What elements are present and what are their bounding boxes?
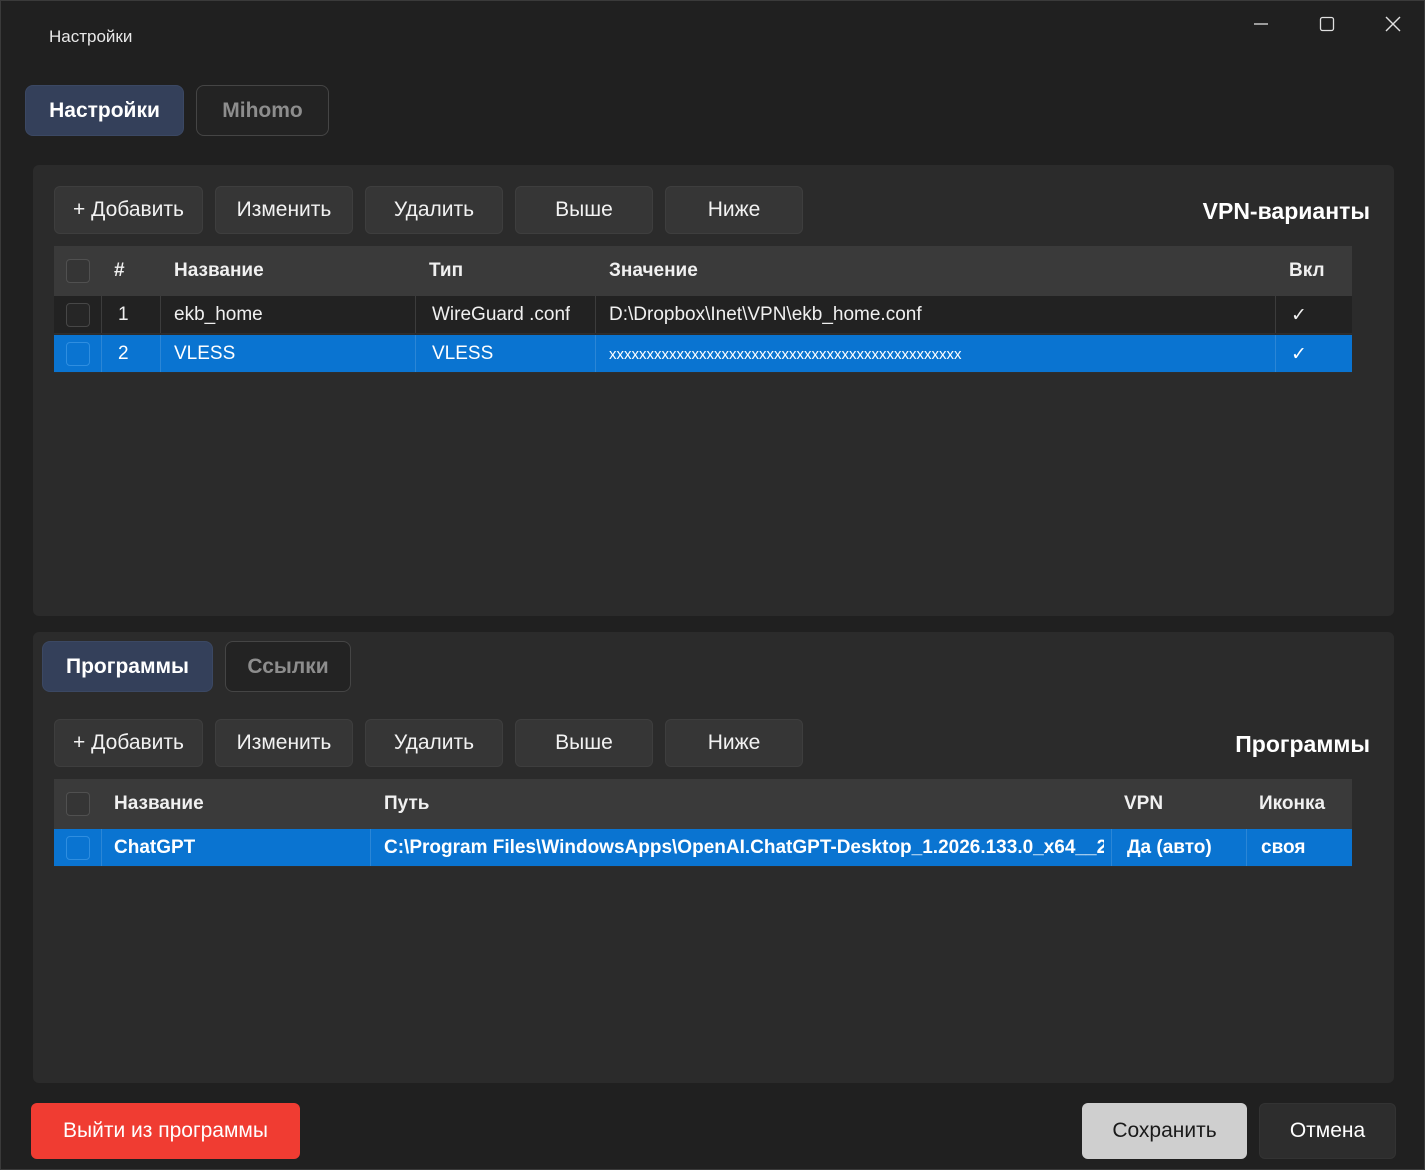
vpn-section-title: VPN-варианты <box>1202 198 1370 224</box>
vpn-table-header: # Название Тип Значение Вкл <box>54 246 1352 296</box>
exit-program-button[interactable]: Выйти из программы <box>31 1103 300 1159</box>
programs-panel: Программы Ссылки + Добавить Изменить Уда… <box>33 632 1394 1083</box>
vpn-row-checkbox[interactable] <box>66 342 90 366</box>
minimize-icon <box>1254 23 1268 25</box>
programs-delete-button[interactable]: Удалить <box>365 719 503 767</box>
close-icon <box>1385 16 1401 32</box>
settings-window: Настройки Настройки Mihomo + Добавить Из… <box>0 0 1425 1170</box>
programs-edit-button[interactable]: Изменить <box>215 719 353 767</box>
programs-move-down-button[interactable]: Ниже <box>665 719 803 767</box>
vpn-col-type[interactable]: Тип <box>429 246 463 296</box>
programs-col-name[interactable]: Название <box>114 779 204 829</box>
vpn-select-all-checkbox[interactable] <box>66 259 90 283</box>
save-button[interactable]: Сохранить <box>1082 1103 1247 1159</box>
programs-move-up-button[interactable]: Выше <box>515 719 653 767</box>
close-button[interactable] <box>1360 1 1425 47</box>
programs-row-name: ChatGPT <box>114 837 196 858</box>
programs-col-icon[interactable]: Иконка <box>1259 779 1325 829</box>
vpn-row-num: 2 <box>118 343 129 364</box>
vpn-col-enabled[interactable]: Вкл <box>1289 246 1325 296</box>
vpn-table: # Название Тип Значение Вкл 1 ekb_home W… <box>54 246 1352 376</box>
minimize-button[interactable] <box>1228 1 1294 47</box>
programs-table-header: Название Путь VPN Иконка <box>54 779 1352 829</box>
tab-mihomo[interactable]: Mihomo <box>196 85 329 136</box>
vpn-move-up-button[interactable]: Выше <box>515 186 653 234</box>
tab-settings[interactable]: Настройки <box>25 85 184 136</box>
vpn-col-value[interactable]: Значение <box>609 246 698 296</box>
cancel-button[interactable]: Отмена <box>1259 1103 1396 1159</box>
programs-row-checkbox[interactable] <box>66 836 90 860</box>
vpn-row-type: VLESS <box>432 343 494 364</box>
programs-add-button[interactable]: + Добавить <box>54 719 203 767</box>
vpn-edit-button[interactable]: Изменить <box>215 186 353 234</box>
programs-section-title: Программы <box>1235 731 1370 757</box>
vpn-col-num[interactable]: # <box>114 246 125 296</box>
vpn-row-name: ekb_home <box>174 304 263 325</box>
vpn-row-enabled-check[interactable]: ✓ <box>1291 335 1307 373</box>
programs-row-vpn: Да (авто) <box>1127 837 1212 858</box>
vpn-add-button[interactable]: + Добавить <box>54 186 203 234</box>
vpn-row-enabled-check[interactable]: ✓ <box>1291 296 1307 334</box>
vpn-row-name: VLESS <box>174 343 236 364</box>
vpn-row-value: D:\Dropbox\Inet\VPN\ekb_home.conf <box>609 304 922 325</box>
maximize-button[interactable] <box>1294 1 1360 47</box>
vpn-table-row[interactable]: 1 ekb_home WireGuard .conf D:\Dropbox\In… <box>54 296 1352 334</box>
vpn-panel: + Добавить Изменить Удалить Выше Ниже VP… <box>33 165 1394 616</box>
programs-col-vpn[interactable]: VPN <box>1124 779 1163 829</box>
maximize-icon <box>1319 16 1335 32</box>
programs-table: Название Путь VPN Иконка ChatGPT C:\Prog… <box>54 779 1352 869</box>
programs-select-all-checkbox[interactable] <box>66 792 90 816</box>
programs-table-row-selected[interactable]: ChatGPT C:\Program Files\WindowsApps\Ope… <box>54 829 1352 867</box>
tab-programs[interactable]: Программы <box>42 641 213 692</box>
window-title: Настройки <box>49 27 133 46</box>
vpn-col-name[interactable]: Название <box>174 246 264 296</box>
vpn-delete-button[interactable]: Удалить <box>365 186 503 234</box>
programs-row-icon: своя <box>1261 837 1306 858</box>
tab-links[interactable]: Ссылки <box>225 641 351 692</box>
vpn-row-type: WireGuard .conf <box>432 304 571 325</box>
programs-col-path[interactable]: Путь <box>384 779 429 829</box>
vpn-row-checkbox[interactable] <box>66 303 90 327</box>
programs-row-path: C:\Program Files\WindowsApps\OpenAI.Chat… <box>384 837 1104 858</box>
vpn-row-num: 1 <box>118 304 129 325</box>
vpn-table-row-selected[interactable]: 2 VLESS VLESS xxxxxxxxxxxxxxxxxxxxxxxxxx… <box>54 335 1352 373</box>
vpn-row-value: xxxxxxxxxxxxxxxxxxxxxxxxxxxxxxxxxxxxxxxx… <box>609 345 962 363</box>
vpn-move-down-button[interactable]: Ниже <box>665 186 803 234</box>
